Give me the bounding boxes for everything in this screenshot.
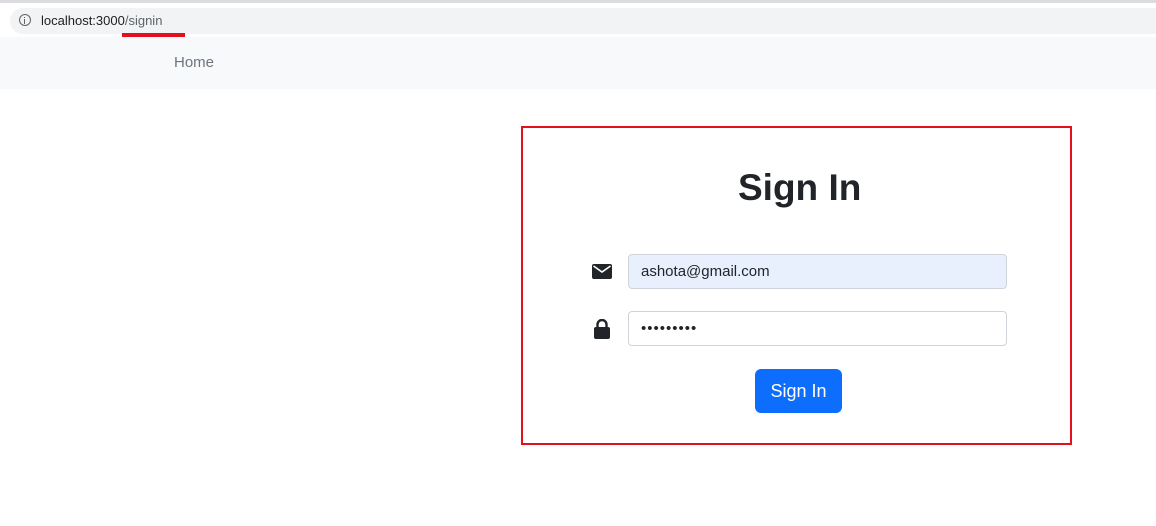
password-field[interactable] <box>628 311 1007 346</box>
lock-icon <box>593 318 611 344</box>
url-path: /signin <box>124 13 163 28</box>
url-field[interactable]: localhost:3000/signin <box>10 8 1156 34</box>
browser-address-bar: localhost:3000/signin <box>0 0 1156 37</box>
envelope-icon <box>592 264 612 284</box>
page-title-text: Sign In <box>738 167 862 208</box>
url-host: localhost:3000 <box>41 13 125 28</box>
url-text[interactable]: localhost:3000/signin <box>41 13 162 29</box>
navbar: Home <box>0 37 1156 89</box>
info-icon[interactable] <box>19 14 31 26</box>
nav-link-home[interactable]: Home <box>174 54 214 72</box>
email-field[interactable] <box>628 254 1007 289</box>
signin-button[interactable]: Sign In <box>755 369 842 413</box>
